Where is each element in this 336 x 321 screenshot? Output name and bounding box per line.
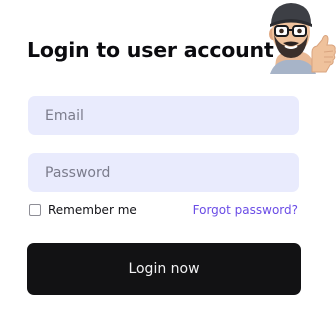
memoji-thumbs-up-icon [269, 3, 336, 74]
forgot-password-link[interactable]: Forgot password? [193, 202, 298, 218]
password-field[interactable] [28, 153, 299, 192]
remember-me[interactable]: Remember me [29, 202, 137, 218]
email-input[interactable] [45, 107, 299, 124]
email-field[interactable] [28, 96, 299, 135]
login-button[interactable]: Login now [27, 243, 301, 295]
remember-me-checkbox[interactable] [29, 204, 41, 216]
avatar [266, 0, 336, 74]
page-title: Login to user account [27, 38, 274, 62]
login-card: Login to user account Email Remember me … [0, 0, 336, 321]
remember-me-label: Remember me [48, 203, 137, 217]
password-input[interactable] [45, 164, 299, 181]
